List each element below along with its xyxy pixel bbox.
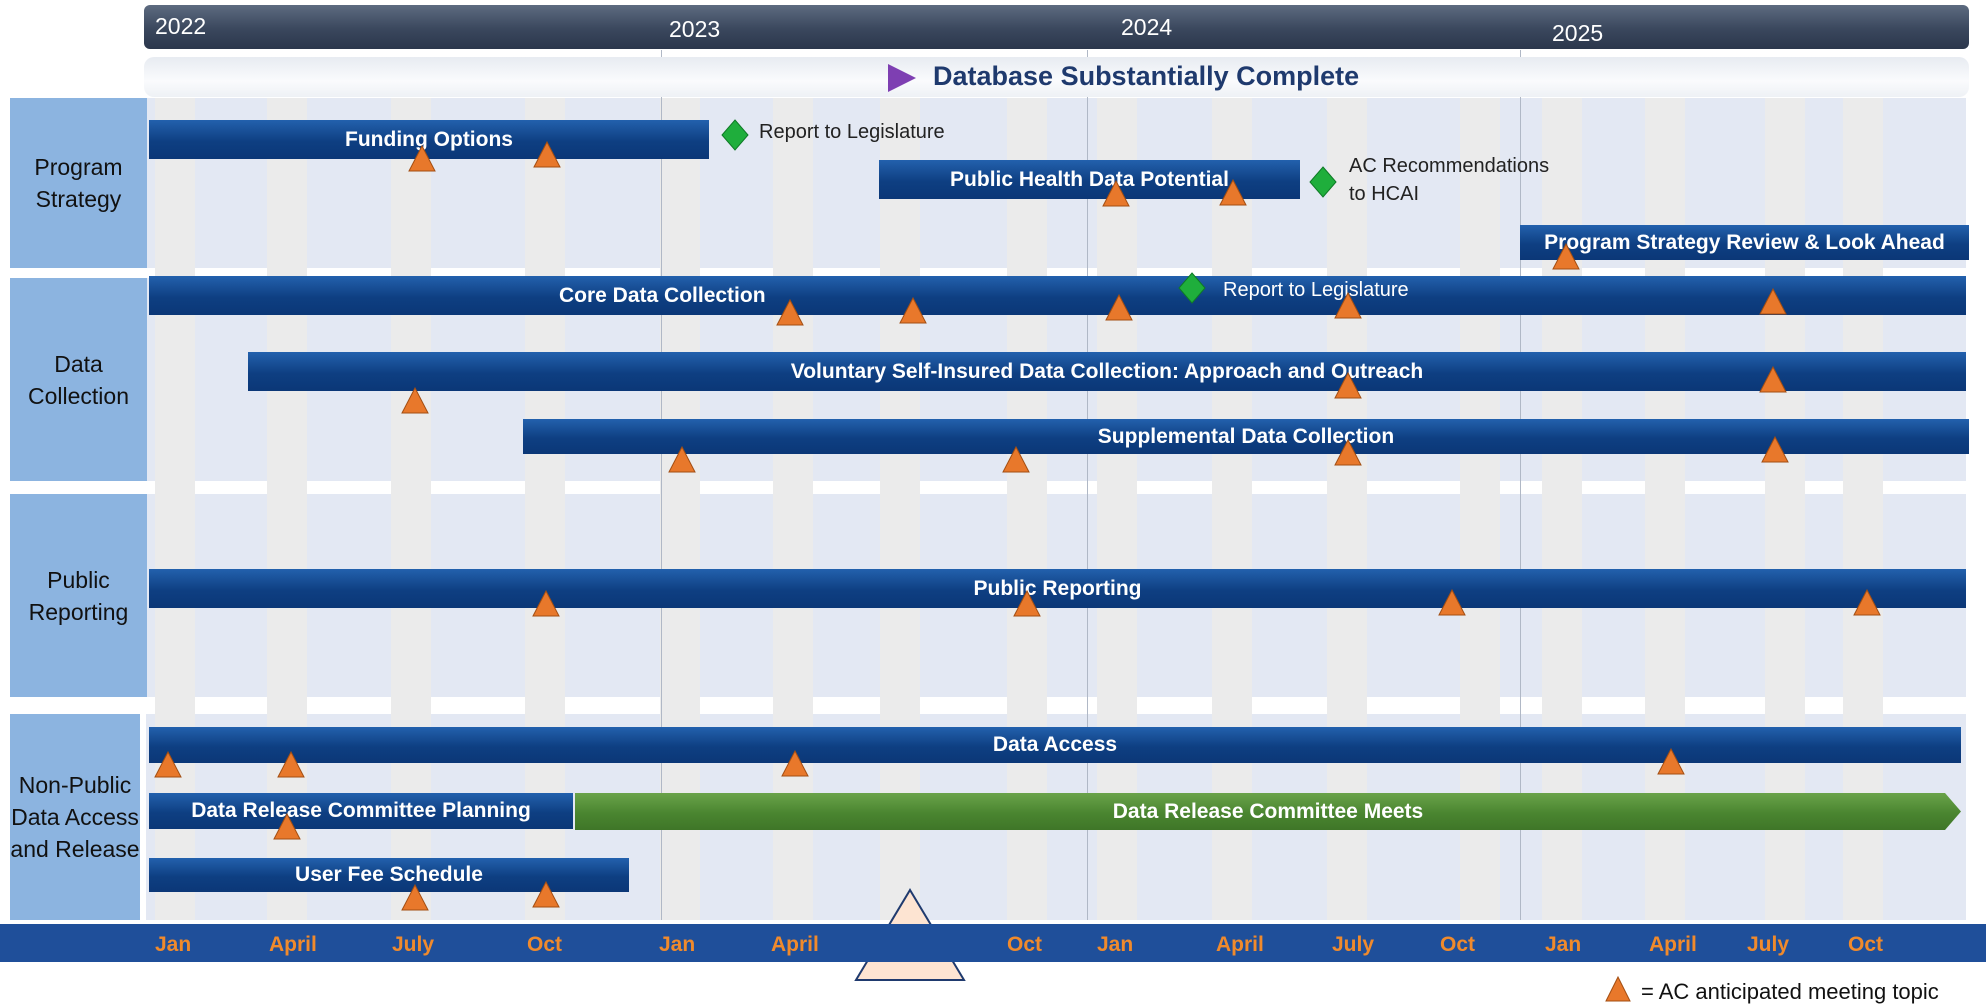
meeting-triangle-icon — [1334, 291, 1362, 319]
meeting-triangle-icon — [1105, 293, 1133, 321]
meeting-triangle-icon — [1334, 371, 1362, 399]
meeting-triangle-icon — [1334, 438, 1362, 466]
meeting-triangle-icon — [1438, 588, 1466, 616]
meeting-triangle-icon — [1013, 589, 1041, 617]
meeting-triangle-icon — [273, 812, 301, 840]
report-diamond-icon — [1309, 166, 1337, 198]
meeting-triangle-icon — [1759, 287, 1787, 315]
meeting-triangle-icon — [1853, 588, 1881, 616]
meeting-triangle-icon — [1761, 435, 1789, 463]
meeting-triangle-icon — [408, 144, 436, 172]
meeting-triangle-icon — [277, 750, 305, 778]
meeting-triangle-icon — [1759, 365, 1787, 393]
report-diamond-icon — [721, 119, 749, 151]
markers-layer: July — [154, 119, 1881, 1002]
meeting-triangle-icon — [154, 750, 182, 778]
legend-label: = AC anticipated meeting topic — [1641, 979, 1939, 1004]
meeting-triangle-icon — [532, 880, 560, 908]
meeting-triangle-icon — [401, 386, 429, 414]
month-label: Jan — [155, 933, 192, 956]
month-label: Oct — [527, 933, 563, 956]
meeting-triangle-icon — [781, 749, 809, 777]
month-label: July — [1747, 933, 1790, 956]
month-label: Jan — [659, 933, 696, 956]
month-label: July — [1332, 933, 1375, 956]
meeting-triangle-icon — [533, 140, 561, 168]
month-label: April — [771, 933, 819, 956]
month-label: April — [1649, 933, 1697, 956]
report-diamond-icon — [1178, 272, 1206, 304]
month-label: April — [1216, 933, 1264, 956]
meeting-triangle-icon — [899, 296, 927, 324]
meeting-triangle-icon — [1219, 178, 1247, 206]
meeting-triangle-icon — [532, 589, 560, 617]
month-label: Oct — [1848, 933, 1884, 956]
meeting-triangle-icon — [1102, 179, 1130, 207]
month-label: Jan — [1097, 933, 1134, 956]
month-label: July — [392, 933, 435, 956]
month-label: April — [269, 933, 317, 956]
meeting-triangle-icon — [1552, 242, 1580, 270]
month-label: Oct — [1007, 933, 1043, 956]
timeline-diagram: 2022 2023 2024 2025 Database Substantial… — [0, 0, 1986, 1006]
meeting-triangle-icon — [776, 298, 804, 326]
month-label: Oct — [1440, 933, 1476, 956]
month-label: Jan — [1545, 933, 1582, 956]
meeting-triangle-icon — [668, 445, 696, 473]
meeting-triangle-icon — [401, 883, 429, 911]
meeting-triangle-icon — [1657, 747, 1685, 775]
meeting-triangle-icon — [1002, 445, 1030, 473]
legend-triangle-icon — [1605, 975, 1631, 1002]
